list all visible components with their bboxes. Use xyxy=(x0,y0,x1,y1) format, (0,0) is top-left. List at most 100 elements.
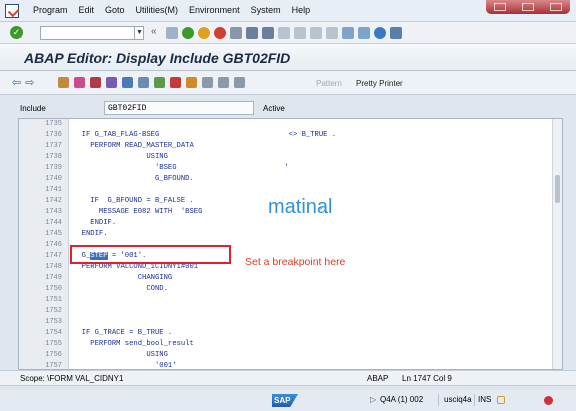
include-name-field[interactable]: GBT02FID xyxy=(104,101,254,115)
application-toolbar: ⇦⇨ Pattern Pretty Printer xyxy=(0,71,576,95)
menu-system[interactable]: System xyxy=(251,5,281,15)
line-number: 1751 xyxy=(45,296,62,304)
double-chevron-left-icon[interactable]: « xyxy=(151,26,157,37)
display-change-icon[interactable] xyxy=(58,77,69,88)
line-number: 1737 xyxy=(45,142,62,150)
activate-icon[interactable] xyxy=(74,77,85,88)
customize-layout-icon[interactable] xyxy=(390,27,402,39)
code-line[interactable] xyxy=(69,317,552,328)
status-bar: SAP ▷ Q4A (1) 002 usciq4a INS xyxy=(0,390,576,411)
line-number: 1736 xyxy=(45,131,62,139)
line-number: 1744 xyxy=(45,219,62,227)
set-breakpoint-icon[interactable] xyxy=(170,77,181,88)
check-syntax-icon[interactable] xyxy=(90,77,101,88)
code-line[interactable]: G_BFOUND. xyxy=(69,174,552,185)
navigation-window-icon[interactable] xyxy=(154,77,165,88)
code-line[interactable] xyxy=(69,119,552,130)
new-session-icon[interactable] xyxy=(342,27,354,39)
line-number: 1740 xyxy=(45,175,62,183)
page-title: ABAP Editor: Display Include GBT02FID xyxy=(24,50,291,66)
exit-icon[interactable] xyxy=(198,27,210,39)
code-line[interactable]: PERFORM READ_MASTER_DATA xyxy=(69,141,552,152)
find-icon[interactable] xyxy=(246,27,258,39)
save-icon[interactable] xyxy=(166,27,178,39)
menu-environment[interactable]: Environment xyxy=(189,5,240,15)
sap-gui-icon[interactable] xyxy=(5,4,19,18)
line-number: 1755 xyxy=(45,340,62,348)
menu-help[interactable]: Help xyxy=(292,5,311,15)
maximize-button[interactable] xyxy=(522,3,534,11)
menu-edit[interactable]: Edit xyxy=(79,5,95,15)
code-line[interactable]: IF G_TRACE = B_TRUE . xyxy=(69,328,552,339)
code-line[interactable]: IF G_TAB_FLAG-BSEG <> B_TRUE . xyxy=(69,130,552,141)
line-number: 1742 xyxy=(45,197,62,205)
system-toolbar: ✓ ▼ « xyxy=(0,22,576,44)
copy-icon[interactable] xyxy=(218,77,229,88)
line-number: 1747 xyxy=(45,252,62,260)
hierarchy-icon[interactable] xyxy=(138,77,149,88)
line-number: 1754 xyxy=(45,329,62,337)
last-page-icon[interactable] xyxy=(326,27,338,39)
pattern-button[interactable]: Pattern xyxy=(316,79,342,88)
code-line[interactable]: COND. xyxy=(69,284,552,295)
system-info[interactable]: Q4A (1) 002 xyxy=(380,395,423,404)
cancel-icon[interactable] xyxy=(214,27,226,39)
paste-icon[interactable] xyxy=(234,77,245,88)
line-number: 1748 xyxy=(45,263,62,271)
code-line[interactable]: PERFORM send_bool_result xyxy=(69,339,552,350)
line-number: 1739 xyxy=(45,164,62,172)
shortcut-icon[interactable] xyxy=(358,27,370,39)
include-row: Include GBT02FID Active xyxy=(0,101,576,116)
line-number: 1752 xyxy=(45,307,62,315)
menu-program[interactable]: Program xyxy=(33,5,68,15)
menu-goto[interactable]: Goto xyxy=(105,5,125,15)
line-number: 1745 xyxy=(45,230,62,238)
where-used-icon[interactable] xyxy=(106,77,117,88)
find-next-icon[interactable] xyxy=(262,27,274,39)
pretty-printer-button[interactable]: Pretty Printer xyxy=(356,79,403,88)
back-icon[interactable] xyxy=(182,27,194,39)
sap-logo: SAP xyxy=(272,394,298,407)
help-icon[interactable] xyxy=(374,27,386,39)
line-number: 1757 xyxy=(45,362,62,370)
include-label: Include xyxy=(20,104,46,113)
check-icon[interactable]: ✓ xyxy=(10,26,23,39)
separator xyxy=(438,394,439,406)
code-line[interactable]: ENDIF. xyxy=(69,218,552,229)
code-line[interactable] xyxy=(69,185,552,196)
code-line[interactable]: 'BSEG ' xyxy=(69,163,552,174)
print-icon[interactable] xyxy=(230,27,242,39)
code-line[interactable]: '001' xyxy=(69,361,552,369)
code-line[interactable]: CHANGING xyxy=(69,273,552,284)
close-button[interactable] xyxy=(550,3,562,11)
first-page-icon[interactable] xyxy=(278,27,290,39)
scrollbar-thumb[interactable] xyxy=(555,175,560,203)
object-list-icon[interactable] xyxy=(122,77,133,88)
code-line[interactable] xyxy=(69,306,552,317)
code-line[interactable]: ENDIF. xyxy=(69,229,552,240)
code-line[interactable]: USING xyxy=(69,152,552,163)
cursor-position: Ln 1747 Col 9 xyxy=(402,374,452,383)
window-controls xyxy=(486,0,570,14)
source-code[interactable]: IF G_TAB_FLAG-BSEG <> B_TRUE . PERFORM R… xyxy=(69,119,552,369)
previous-page-icon[interactable] xyxy=(294,27,306,39)
breakpoint-note: Set a breakpoint here xyxy=(245,256,346,268)
code-editor[interactable]: 1735 1736 1737 1738 1739 1740 1741 1742 1743 1744… xyxy=(18,118,563,370)
next-page-icon[interactable] xyxy=(310,27,322,39)
command-field[interactable] xyxy=(40,26,144,40)
code-line[interactable] xyxy=(69,295,552,306)
menu-bar: Program Edit Goto Utilities(M) Environme… xyxy=(0,0,576,22)
play-icon[interactable]: ▷ xyxy=(370,395,376,404)
minimize-button[interactable] xyxy=(494,3,506,11)
test-icon[interactable] xyxy=(186,77,197,88)
vertical-scrollbar[interactable] xyxy=(552,119,562,369)
code-line[interactable]: USING xyxy=(69,350,552,361)
insert-mode[interactable]: INS xyxy=(478,395,491,404)
menu-utilities[interactable]: Utilities(M) xyxy=(136,5,179,15)
app-toolbar-icons xyxy=(58,77,250,88)
line-number: 1735 xyxy=(45,120,62,128)
back-forward-arrows-icon[interactable]: ⇦⇨ xyxy=(12,76,38,89)
chevron-down-icon[interactable]: ▼ xyxy=(134,26,144,40)
cut-icon[interactable] xyxy=(202,77,213,88)
title-bar: ABAP Editor: Display Include GBT02FID xyxy=(0,44,576,71)
